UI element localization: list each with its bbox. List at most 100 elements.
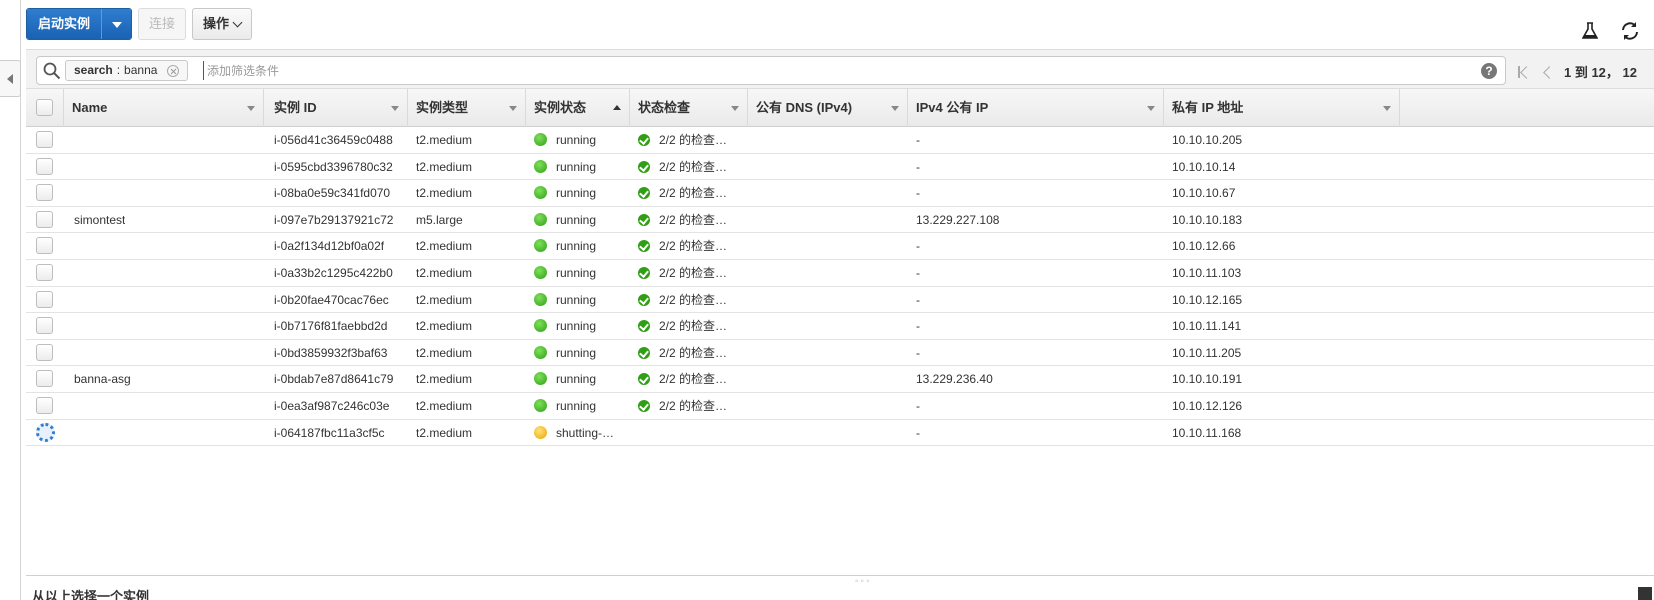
check-passed-icon (638, 373, 650, 386)
launch-dropdown-caret-icon[interactable] (101, 9, 132, 39)
row-checkbox[interactable] (36, 131, 53, 148)
table-row[interactable]: i-056d41c36459c0488 t2.medium running 2/2 的… (26, 127, 1654, 154)
row-checkbox-cell (36, 263, 53, 282)
row-checkbox-cell (36, 290, 53, 309)
cell-instance-id: i-064187fbc11a3cf5c (274, 420, 385, 446)
cell-instance-state-text: running (556, 398, 597, 413)
cell-status-check-text: 2/2 的检查… (659, 319, 728, 334)
table-row[interactable]: i-0595cbd3396780c32 t2.medium running 2/2 的… (26, 153, 1654, 181)
cell-status-check-text: 2/2 的检查… (659, 133, 728, 147)
cell-public-ip: - (916, 340, 920, 366)
maximize-panel-icon[interactable] (1638, 587, 1652, 600)
col-instance-state[interactable]: 实例状态 (526, 89, 630, 127)
cell-public-ip-text: - (916, 345, 920, 360)
row-checkbox[interactable] (36, 396, 53, 414)
cell-instance-state: running (534, 260, 596, 286)
cell-instance-state: running (534, 207, 596, 233)
row-checkbox[interactable] (36, 343, 53, 361)
cell-instance-id-text: i-0ea3af987c246c03e (274, 398, 390, 413)
help-icon[interactable]: ? (1481, 63, 1497, 79)
collapse-sidebar-button[interactable] (0, 60, 21, 97)
col-name[interactable]: Name (64, 89, 264, 127)
cell-private-ip: 10.10.11.103 (1172, 260, 1241, 286)
cell-name: simontest (74, 207, 125, 233)
filter-area: search : banna ? 1 到 12， 12 (26, 49, 1654, 89)
cell-private-ip: 10.10.11.141 (1172, 313, 1241, 339)
col-status-check[interactable]: 状态检查 (630, 89, 748, 127)
cell-instance-id-text: i-08ba0e59c341fd070 (274, 186, 391, 201)
top-icons (1578, 20, 1642, 42)
row-checkbox[interactable] (36, 210, 53, 228)
col-instance-type[interactable]: 实例类型 (408, 89, 526, 127)
flask-icon[interactable] (1578, 20, 1602, 42)
row-checkbox-cell (36, 317, 53, 335)
cell-instance-type: t2.medium (416, 393, 472, 419)
col-instance-id[interactable]: 实例 ID (266, 89, 408, 127)
cell-instance-type-text: t2.medium (416, 239, 473, 254)
cell-instance-type: t2.medium (416, 313, 472, 339)
cell-private-ip: 10.10.10.14 (1172, 154, 1235, 180)
clear-token-icon[interactable] (167, 64, 180, 77)
col-public-dns[interactable]: 公有 DNS (IPv4) (748, 89, 908, 127)
table-row[interactable]: banna-asg i-0bdab7e87d8641c79 t2.medium run… (26, 366, 1654, 393)
running-status-icon (534, 372, 547, 386)
cell-private-ip-text: 10.10.12.126 (1172, 398, 1243, 413)
panel-divider[interactable] (26, 575, 1654, 576)
prev-page-icon[interactable] (1540, 65, 1554, 79)
table-row[interactable]: i-0ea3af987c246c03e t2.medium running 2/2 的… (26, 392, 1654, 420)
pagination: 1 到 12， 12 (1516, 62, 1637, 81)
col-private-ip[interactable]: 私有 IP 地址 (1164, 89, 1400, 127)
resize-grip-icon[interactable]: ◦◦◦ (855, 576, 872, 587)
table-row[interactable]: i-0a2f134d12bf0a02f t2.medium running 2/2 的… (26, 233, 1654, 260)
filter-token[interactable]: search : banna (65, 60, 189, 81)
cell-private-ip: 10.10.10.67 (1172, 180, 1235, 206)
row-checkbox-cell (36, 184, 53, 202)
cell-private-ip: 10.10.12.126 (1172, 393, 1242, 419)
launch-instance-button[interactable]: 启动实例 (27, 9, 102, 39)
table-row[interactable]: i-0bd3859932f3baf63 t2.medium running 2/2 的… (26, 339, 1654, 367)
cell-instance-id: i-0b7176f81faebbd2d (274, 313, 387, 339)
filter-token-value: banna (124, 63, 158, 77)
cell-status-check-text: 2/2 的检查… (659, 239, 728, 254)
col-public-dns-label: 公有 DNS (IPv4) (756, 100, 853, 115)
row-checkbox[interactable] (36, 237, 53, 255)
row-checkbox[interactable] (36, 370, 53, 388)
table-row[interactable]: i-08ba0e59c341fd070 t2.medium running 2/2 的… (26, 180, 1654, 207)
table-row[interactable]: i-064187fbc11a3cf5c t2.medium shutting-… - 1… (26, 419, 1654, 447)
first-page-icon[interactable] (1516, 65, 1530, 79)
cell-name: banna-asg (74, 366, 131, 392)
cell-instance-state-text: running (556, 292, 597, 307)
col-public-ip[interactable]: IPv4 公有 IP (908, 89, 1164, 127)
refresh-icon[interactable] (1618, 20, 1642, 42)
instances-table: Name 实例 ID 实例类型 实例状态 状态检查 公有 DNS (IPv4) … (26, 89, 1654, 447)
row-checkbox[interactable] (36, 317, 53, 335)
cell-instance-state: running (534, 287, 596, 313)
cell-public-ip-text: - (916, 186, 920, 201)
row-checkbox[interactable] (36, 290, 53, 308)
cell-public-ip-text: - (916, 425, 920, 440)
cell-instance-id: i-056d41c36459c0488 (274, 127, 393, 153)
cell-instance-id-text: i-0bdab7e87d8641c79 (274, 372, 394, 387)
select-all-checkbox[interactable] (36, 99, 53, 116)
select-all-cell (26, 89, 64, 127)
col-instance-type-label: 实例类型 (416, 100, 469, 115)
row-checkbox[interactable] (36, 157, 53, 175)
row-checkbox[interactable] (36, 184, 53, 202)
table-row[interactable]: simontest i-097e7b29137921c72 m5.large runn… (26, 206, 1654, 234)
col-name-label: Name (72, 100, 108, 115)
check-passed-icon (638, 187, 650, 200)
select-instance-hint: 从以上选择一个实例 (32, 589, 150, 600)
table-row[interactable]: i-0b7176f81faebbd2d t2.medium running 2/2 的… (26, 313, 1654, 340)
chevron-down-icon (232, 17, 243, 27)
filter-input[interactable] (203, 61, 1203, 80)
running-status-icon (534, 239, 547, 253)
actions-button[interactable]: 操作 (192, 8, 253, 40)
cell-instance-type-text: t2.medium (416, 372, 473, 387)
row-checkbox[interactable] (36, 263, 53, 281)
table-row[interactable]: i-0b20fae470cac76ec t2.medium running 2/2 的… (26, 286, 1654, 314)
cell-instance-type: t2.medium (416, 180, 472, 206)
table-row[interactable]: i-0a33b2c1295c422b0 t2.medium running 2/2 的… (26, 259, 1654, 287)
cell-private-ip: 10.10.10.205 (1172, 127, 1242, 153)
cell-status-check-text: 2/2 的检查… (659, 345, 728, 360)
connect-button[interactable]: 连接 (138, 8, 187, 40)
